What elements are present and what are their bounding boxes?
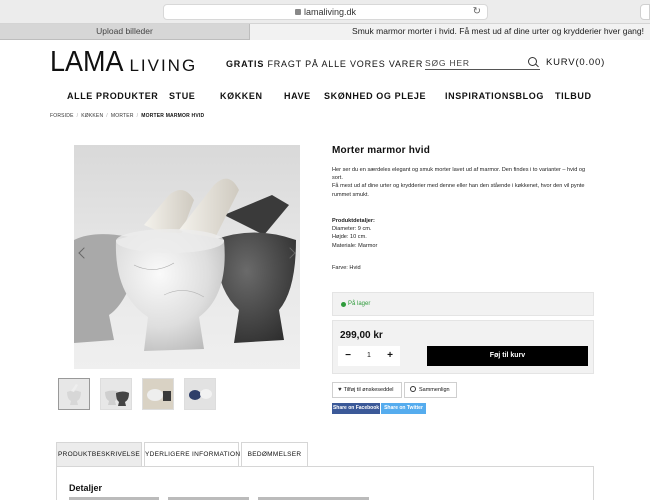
- tab-yderligere-information[interactable]: YDERLIGERE INFORMATION: [144, 442, 240, 466]
- add-to-cart-button[interactable]: Føj til kurv: [427, 346, 588, 366]
- product-price: 299,00 kr: [340, 330, 383, 341]
- url-field[interactable]: lamaliving.dk ↻: [163, 4, 488, 20]
- description-paragraph: Få mest ud af dine urter og krydderier m…: [332, 183, 585, 198]
- product-color: Farve: Hvid: [332, 265, 361, 271]
- product-main-image[interactable]: [74, 145, 300, 369]
- details-line: Højde: 10 cm.: [332, 234, 367, 241]
- nav-item-skonhed[interactable]: SKØNHED OG PLEJE: [324, 91, 426, 101]
- browser-tab-upload[interactable]: Upload billeder: [0, 24, 250, 39]
- thumbnail[interactable]: [58, 378, 90, 410]
- breadcrumb-item[interactable]: KØKKEN: [81, 113, 103, 119]
- product-title: Morter marmor hvid: [332, 145, 431, 156]
- stock-status-text: På lager: [348, 301, 371, 307]
- tab-produktbeskrivelse[interactable]: PRODUKTBESKRIVELSE: [56, 442, 142, 466]
- sidebar-toggle-button[interactable]: [640, 4, 650, 20]
- shipping-bold-text: GRATIS: [226, 59, 265, 69]
- logo-main-text: LAMA: [50, 46, 124, 78]
- product-description: Her ser du en særdeles elegant og smuk m…: [332, 166, 597, 199]
- share-twitter-button[interactable]: Share on Twitter: [381, 403, 426, 414]
- thumbnail[interactable]: [142, 378, 174, 410]
- nav-item-stue[interactable]: STUE: [169, 91, 195, 101]
- breadcrumb: FORSIDE / KØKKEN / MORTER / MORTER MARMOR HVID: [50, 113, 205, 119]
- nav-item-have[interactable]: HAVE: [284, 91, 311, 101]
- site-logo[interactable]: LAMA LIVING: [50, 46, 197, 79]
- free-shipping-banner: GRATIS FRAGT PÅ ALLE VORES VARER: [226, 59, 423, 69]
- reload-icon[interactable]: ↻: [473, 5, 481, 19]
- nav-item-kokken[interactable]: KØKKEN: [220, 91, 263, 101]
- mortar-illustration: [74, 178, 296, 351]
- search-icon[interactable]: [528, 57, 537, 66]
- url-text: lamaliving.dk: [303, 7, 357, 17]
- cart-link[interactable]: KURV(0.00): [546, 57, 605, 68]
- panel-title: Detaljer: [69, 483, 103, 493]
- details-line: Materiale: Marmor: [332, 242, 378, 249]
- breadcrumb-item[interactable]: MORTER: [111, 113, 134, 119]
- quantity-increase-button[interactable]: +: [380, 346, 400, 366]
- compare-label: Sammenlign: [419, 387, 450, 393]
- shipping-text: FRAGT PÅ ALLE VORES VARER: [264, 59, 424, 69]
- quantity-input[interactable]: 1: [358, 346, 380, 366]
- lock-icon: [294, 9, 301, 15]
- nav-item-tilbud[interactable]: TILBUD: [555, 91, 592, 101]
- breadcrumb-item[interactable]: FORSIDE: [50, 113, 74, 119]
- in-stock-icon: [341, 302, 346, 307]
- browser-tab-bar: Upload billeder Smuk marmor morter i hvi…: [0, 24, 650, 40]
- quantity-decrease-button[interactable]: −: [338, 346, 358, 366]
- nav-item-inspirationsblog[interactable]: INSPIRATIONSBLOG: [445, 91, 544, 101]
- tab-bedommelser[interactable]: BEDØMMELSER: [241, 442, 308, 466]
- share-facebook-button[interactable]: Share on Facebook: [332, 403, 380, 414]
- cart-label: KURV: [546, 57, 576, 68]
- compare-button[interactable]: Sammenlign: [404, 382, 457, 398]
- purchase-box: 299,00 kr − 1 + Føj til kurv: [332, 320, 594, 374]
- breadcrumb-current: MORTER MARMOR HVID: [141, 113, 205, 119]
- quantity-stepper: − 1 +: [338, 346, 400, 366]
- heart-icon: ♥: [338, 387, 342, 393]
- details-line: Diameter: 9 cm.: [332, 226, 372, 233]
- description-paragraph: Her ser du en særdeles elegant og smuk m…: [332, 167, 586, 182]
- stock-status-box: På lager: [332, 292, 594, 316]
- search-input[interactable]: [425, 56, 540, 70]
- thumbnail[interactable]: [100, 378, 132, 410]
- tab-panel: Detaljer: [56, 466, 594, 500]
- nav-item-alle-produkter[interactable]: ALLE PRODUKTER: [67, 91, 158, 101]
- compare-icon: [410, 386, 416, 392]
- details-heading: Produktdetaljer:: [332, 218, 375, 224]
- main-nav: ALLE PRODUKTER STUE KØKKEN HAVE SKØNHED …: [0, 91, 650, 103]
- thumbnail[interactable]: [184, 378, 216, 410]
- wishlist-label: Tilføj til ønskeseddel: [343, 387, 394, 393]
- wishlist-button[interactable]: ♥ Tilføj til ønskeseddel: [332, 382, 402, 398]
- browser-tab-product[interactable]: Smuk marmor morter i hvid. Få mest ud af…: [250, 24, 650, 40]
- logo-sub-text: LIVING: [129, 56, 198, 75]
- product-details: Produktdetaljer: Diameter: 9 cm. Højde: …: [332, 217, 592, 250]
- browser-address-bar: lamaliving.dk ↻: [0, 0, 650, 24]
- cart-total: (0.00): [575, 57, 606, 68]
